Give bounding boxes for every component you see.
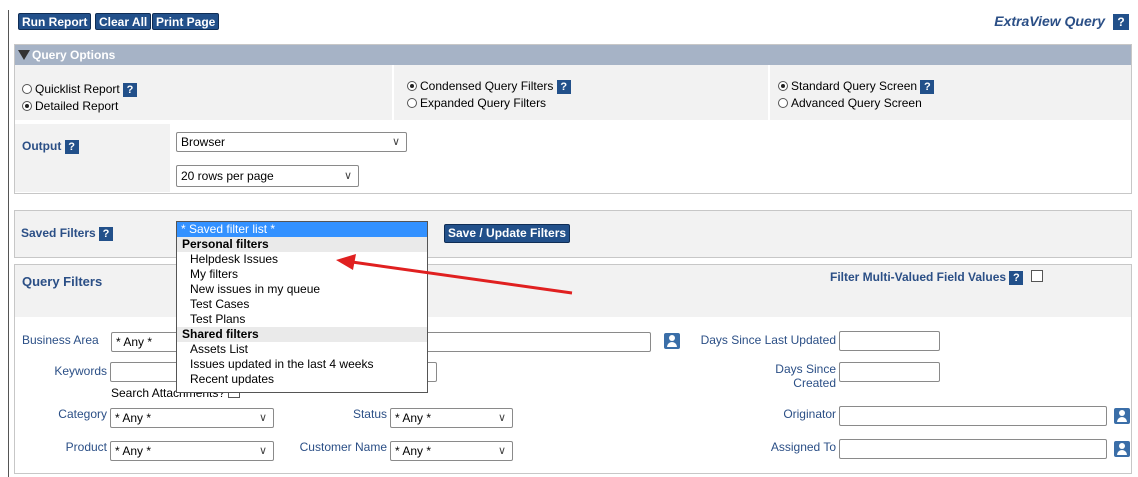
page-left-border [8, 10, 9, 477]
output-label-cell [15, 124, 170, 192]
query-filters-title: Query Filters [22, 274, 103, 289]
help-icon[interactable]: ? [1113, 14, 1129, 30]
query-options-header[interactable]: Query Options [15, 45, 1131, 65]
category-label: Category [58, 407, 107, 421]
dropdown-option[interactable]: Test Plans [177, 312, 427, 327]
originator-input[interactable] [839, 406, 1107, 426]
days-created-input[interactable] [839, 362, 940, 382]
arrow-head [336, 254, 356, 270]
person-picker-icon[interactable] [1114, 408, 1130, 424]
person-picker-icon[interactable] [664, 333, 680, 349]
help-icon[interactable]: ? [1009, 270, 1024, 285]
multi-valued-checkbox[interactable] [1030, 270, 1043, 282]
dropdown-option[interactable]: Issues updated in the last 4 weeks [177, 357, 427, 372]
radio-selected-icon[interactable] [22, 101, 32, 111]
run-report-button[interactable]: Run Report [18, 13, 92, 30]
radio-selected-icon[interactable] [778, 81, 788, 91]
arrow-shaft [351, 260, 573, 295]
output-select[interactable]: Browser [176, 132, 407, 152]
help-icon[interactable]: ? [64, 139, 79, 154]
person-picker-icon[interactable] [1114, 441, 1130, 457]
dropdown-option[interactable]: Assets List [177, 342, 427, 357]
assigned-to-label: Assigned To [770, 440, 836, 454]
app-title: ExtraView Query [994, 13, 1105, 29]
collapse-triangle-icon [18, 50, 30, 60]
report-type-detailed[interactable]: Detailed Report [22, 99, 118, 113]
business-area-label: Business Area [22, 333, 99, 347]
category-select[interactable]: * Any * [110, 408, 274, 428]
status-select[interactable]: * Any * [390, 408, 513, 428]
radio-icon[interactable] [778, 98, 788, 108]
originator-label: Originator [783, 407, 836, 421]
screen-mode-standard[interactable]: Standard Query Screen ? [778, 79, 935, 94]
query-options-title: Query Options [32, 48, 116, 62]
radio-selected-icon[interactable] [407, 81, 417, 91]
red-arrow-annotation [336, 254, 573, 295]
status-label: Status [352, 407, 387, 421]
print-page-button[interactable]: Print Page [152, 13, 220, 30]
radio-icon[interactable] [407, 98, 417, 108]
keywords-label: Keywords [54, 364, 107, 378]
rows-per-page-select[interactable]: 20 rows per page [176, 165, 359, 187]
shared-filters-group: Shared filters [177, 327, 427, 342]
help-icon[interactable]: ? [920, 79, 935, 94]
report-type-quicklist[interactable]: Quicklist Report ? [22, 82, 138, 97]
radio-icon[interactable] [22, 84, 32, 94]
dropdown-option[interactable]: Recent updates [177, 372, 427, 387]
days-last-updated-label: Days Since Last Updated [700, 333, 836, 347]
help-icon[interactable]: ? [123, 82, 138, 97]
options-col-divider [768, 65, 770, 120]
clear-all-button[interactable]: Clear All [95, 13, 152, 30]
dropdown-selected-option[interactable]: * Saved filter list * [177, 222, 427, 237]
filter-mode-condensed[interactable]: Condensed Query Filters ? [407, 79, 571, 94]
customer-name-label: Customer Name [299, 440, 387, 454]
help-icon[interactable]: ? [556, 79, 571, 94]
assigned-to-input[interactable] [839, 439, 1107, 459]
multi-valued-filter: Filter Multi-Valued Field Values ? [830, 270, 1043, 285]
days-last-updated-input[interactable] [839, 331, 940, 351]
help-icon[interactable]: ? [99, 226, 114, 241]
save-update-filters-button[interactable]: Save / Update Filters [444, 224, 571, 243]
output-label: Output ? [22, 139, 79, 154]
saved-filters-label: Saved Filters ? [21, 226, 114, 241]
filter-mode-expanded[interactable]: Expanded Query Filters [407, 96, 546, 110]
options-col-divider [392, 65, 394, 120]
days-created-label: Days Since Created [775, 362, 836, 390]
product-select[interactable]: * Any * [110, 441, 274, 461]
screen-mode-advanced[interactable]: Advanced Query Screen [778, 96, 922, 110]
product-label: Product [65, 440, 107, 454]
options-row-bg [15, 65, 1131, 120]
customer-name-select[interactable]: * Any * [390, 441, 513, 461]
